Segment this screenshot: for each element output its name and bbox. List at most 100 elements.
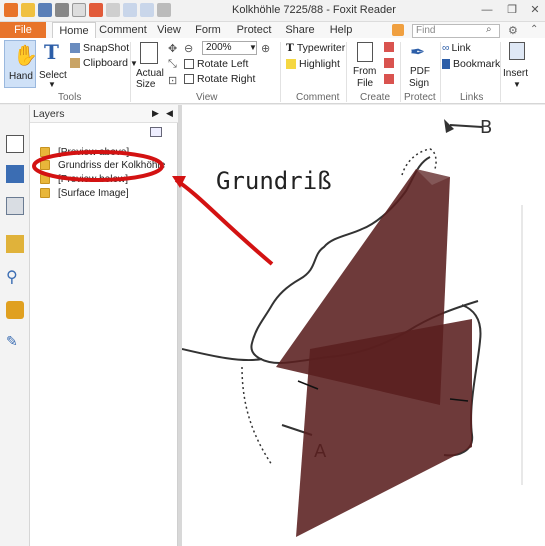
group-separator [346,42,347,102]
fit-width-icon[interactable]: ⤡ [168,58,177,71]
navigation-strip: ⚲ ✎ [0,105,30,546]
layer-visibility-checkbox[interactable] [40,188,50,198]
ribbon-tabs: File Home Comment View Form Protect Shar… [0,22,545,38]
comment-group-label: Comment [296,92,340,103]
rotate-right-button[interactable]: Rotate Right [184,73,255,85]
close-button[interactable]: ✕ [528,3,542,17]
bookmarks-icon[interactable] [6,165,24,183]
select-dropdown-icon: ▼ [48,80,56,89]
rotate-right-label: Rotate Right [197,73,256,85]
blank-pdf-icon[interactable] [384,58,394,68]
links-group-label: Links [460,92,484,103]
zoom-dropdown-icon[interactable]: ▼ [249,43,257,52]
protect-group-label: Protect [404,92,436,103]
panel-options-icon[interactable]: ▶ [152,108,159,119]
pen-sign-icon: ✒ [410,42,426,62]
link-button[interactable]: ∞ Link [442,42,471,54]
insert-button[interactable]: Insert ▼ [503,40,531,90]
layer-label: Grundriss der Kolkhöhle [58,159,166,171]
layer-visibility-checkbox[interactable] [40,160,50,170]
layer-item[interactable]: Grundriss der Kolkhöhle [40,158,165,172]
hand-icon: ✋ [13,45,38,67]
pages-icon[interactable] [6,135,24,153]
layer-item[interactable]: [Preview above] [40,145,129,159]
create-group-label: Create [360,92,391,103]
hand-tool-icon[interactable] [106,3,120,17]
tab-share[interactable]: Share [282,22,318,38]
highlight-button[interactable]: Highlight [286,58,340,70]
rotate-left-button[interactable]: Rotate Left [184,58,248,70]
tab-form[interactable]: Form [190,22,226,38]
from-file-label-1: From [353,66,377,77]
collapse-ribbon-icon[interactable]: ⌃ [530,24,538,35]
layer-options-icon[interactable] [150,127,162,137]
fit-visible-icon[interactable]: ⊡ [168,74,177,87]
group-separator [130,42,131,102]
bookmark-button[interactable]: Bookmark [442,58,500,70]
layer-item[interactable]: [Surface Image] [40,186,129,200]
document-page: B A Grundriß [182,105,545,546]
title-bar: Kolkhöhle 7225/88 - Foxit Reader — ❐ ✕ [0,0,545,22]
create-pdf-icon[interactable] [384,42,394,52]
create-icon[interactable] [89,3,103,17]
app-logo-icon[interactable] [4,3,18,17]
minimize-button[interactable]: — [480,3,494,17]
fit-page-icon[interactable]: ✥ [168,42,177,55]
signature-icon[interactable]: ✎ [6,333,24,351]
open-icon[interactable] [21,3,35,17]
search-icon[interactable]: ⌕ [486,24,496,36]
tell-me-icon[interactable] [392,24,404,36]
actual-size-button[interactable]: Actual Size [134,40,164,90]
clipboard-label: Clipboard [83,57,128,69]
new-icon[interactable] [72,3,86,17]
clipboard-button[interactable]: Clipboard ▼ [70,57,138,69]
pdf-sign-button[interactable]: ✒ PDF Sign [404,40,434,90]
attachments-icon[interactable]: ⚲ [6,267,24,286]
tab-protect[interactable]: Protect [234,22,274,38]
tab-help[interactable]: Help [326,22,356,38]
restore-button[interactable]: ❐ [505,3,519,17]
zoom-out-icon[interactable]: ⊖ [184,42,193,55]
customize-icon[interactable] [157,3,171,17]
document-view[interactable]: B A Grundriß [182,105,545,546]
tab-view[interactable]: View [152,22,186,38]
scan-icon[interactable] [384,74,394,84]
snapshot-button[interactable]: SnapShot [70,42,129,54]
label-b: B [480,117,492,138]
settings-gear-icon[interactable]: ⚙ [508,24,518,37]
link-label: Link [451,42,471,54]
pdf-sign-label-1: PDF [410,66,430,77]
rotate-right-icon [184,74,194,85]
tab-home[interactable]: Home [52,22,96,38]
typewriter-label: Typewriter [296,42,346,54]
security-lock-icon[interactable] [6,301,24,319]
from-file-button[interactable]: From File [352,40,378,90]
comments-icon[interactable] [6,235,24,253]
zoom-in-icon[interactable]: ⊕ [261,42,270,55]
print-icon[interactable] [55,3,69,17]
hand-label: Hand [9,71,33,82]
tab-file[interactable]: File [0,22,46,38]
layers-panel-title: Layers [33,108,65,120]
bookmark-label: Bookmark [453,58,501,70]
redo-icon[interactable] [140,3,154,17]
save-icon[interactable] [38,3,52,17]
camera-icon [70,43,80,54]
collapse-panel-icon[interactable]: ◀ [166,108,173,119]
link-icon: ∞ [442,42,450,54]
tab-comment[interactable]: Comment [98,22,148,38]
select-tool-button[interactable]: T Select ▼ [38,40,68,89]
highlight-label: Highlight [299,58,340,70]
layer-visibility-checkbox[interactable] [40,174,50,184]
group-separator [440,42,441,102]
layers-icon[interactable] [6,197,24,215]
typewriter-button[interactable]: T Typewriter [286,42,345,54]
actual-size-icon [140,42,158,64]
layer-visibility-checkbox[interactable] [40,147,50,157]
pdf-sign-label-2: Sign [409,78,430,89]
document-heading: Grundriß [216,167,332,195]
layer-item[interactable]: [Preview below] [40,172,128,186]
undo-icon[interactable] [123,3,137,17]
hand-tool-button[interactable]: ✋ Hand [4,40,38,88]
tools-group-label: Tools [58,92,82,103]
